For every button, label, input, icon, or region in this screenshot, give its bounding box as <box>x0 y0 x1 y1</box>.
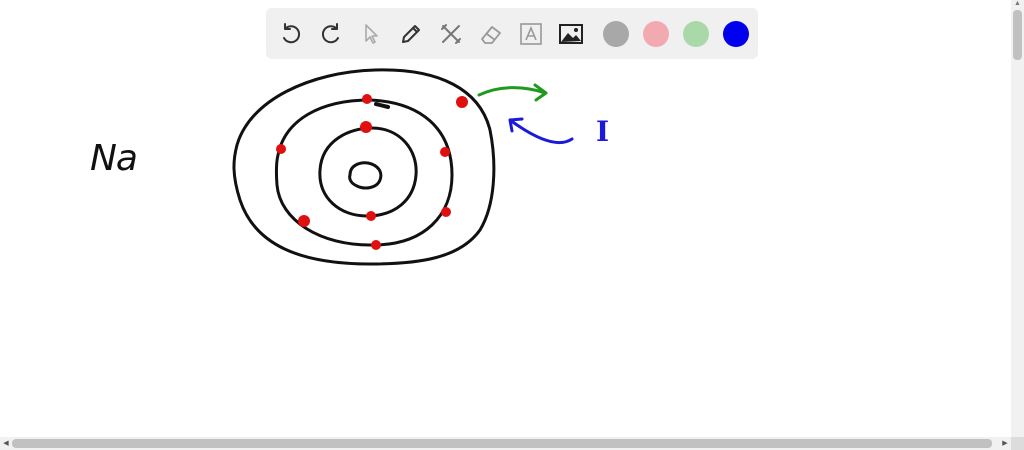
scroll-right-arrow[interactable]: ▶ <box>1000 437 1010 450</box>
pen-icon <box>402 24 420 43</box>
electron <box>276 144 286 154</box>
eraser-icon <box>481 25 501 44</box>
color-swatch-blue[interactable] <box>723 20 749 47</box>
electron-valence <box>456 96 468 108</box>
arrow-in-blue <box>508 117 574 145</box>
vertical-scroll-thumb[interactable] <box>1013 10 1022 60</box>
scroll-up-arrow[interactable]: ▲ <box>1011 0 1024 8</box>
drawing-toolbar <box>266 8 758 59</box>
tools-button[interactable] <box>436 19 466 49</box>
electron <box>366 211 376 221</box>
horizontal-scrollbar[interactable]: ◀ ▶ <box>0 437 1011 450</box>
scroll-left-arrow[interactable]: ◀ <box>1 437 11 450</box>
eraser-button[interactable] <box>476 19 506 49</box>
select-button[interactable] <box>356 19 386 49</box>
nucleus <box>348 161 383 190</box>
color-swatch-pink[interactable] <box>643 20 669 47</box>
pointer-icon <box>365 23 378 44</box>
scrollbar-corner <box>1011 437 1024 450</box>
image-button[interactable] <box>556 19 586 49</box>
electron <box>371 240 381 250</box>
vertical-scrollbar[interactable]: ▲ <box>1011 0 1024 437</box>
color-swatch-gray[interactable] <box>603 20 629 47</box>
color-swatch-green[interactable] <box>683 20 709 47</box>
redo-button[interactable] <box>316 19 346 49</box>
electron <box>441 207 451 217</box>
inner-shell <box>318 126 418 218</box>
undo-icon <box>283 22 301 43</box>
electron <box>360 121 372 133</box>
electron <box>362 94 372 104</box>
image-icon <box>559 23 583 44</box>
drawing-canvas[interactable] <box>0 62 1010 437</box>
electron <box>440 147 450 157</box>
pen-button[interactable] <box>396 19 426 49</box>
electron <box>298 215 310 227</box>
undo-button[interactable] <box>276 19 306 49</box>
text-icon <box>520 22 542 45</box>
arrow-out-green <box>477 83 548 102</box>
shell-mark <box>374 102 390 109</box>
tools-icon <box>441 23 461 44</box>
text-button[interactable] <box>516 19 546 49</box>
horizontal-scroll-thumb[interactable] <box>12 439 992 448</box>
redo-icon <box>321 22 339 43</box>
